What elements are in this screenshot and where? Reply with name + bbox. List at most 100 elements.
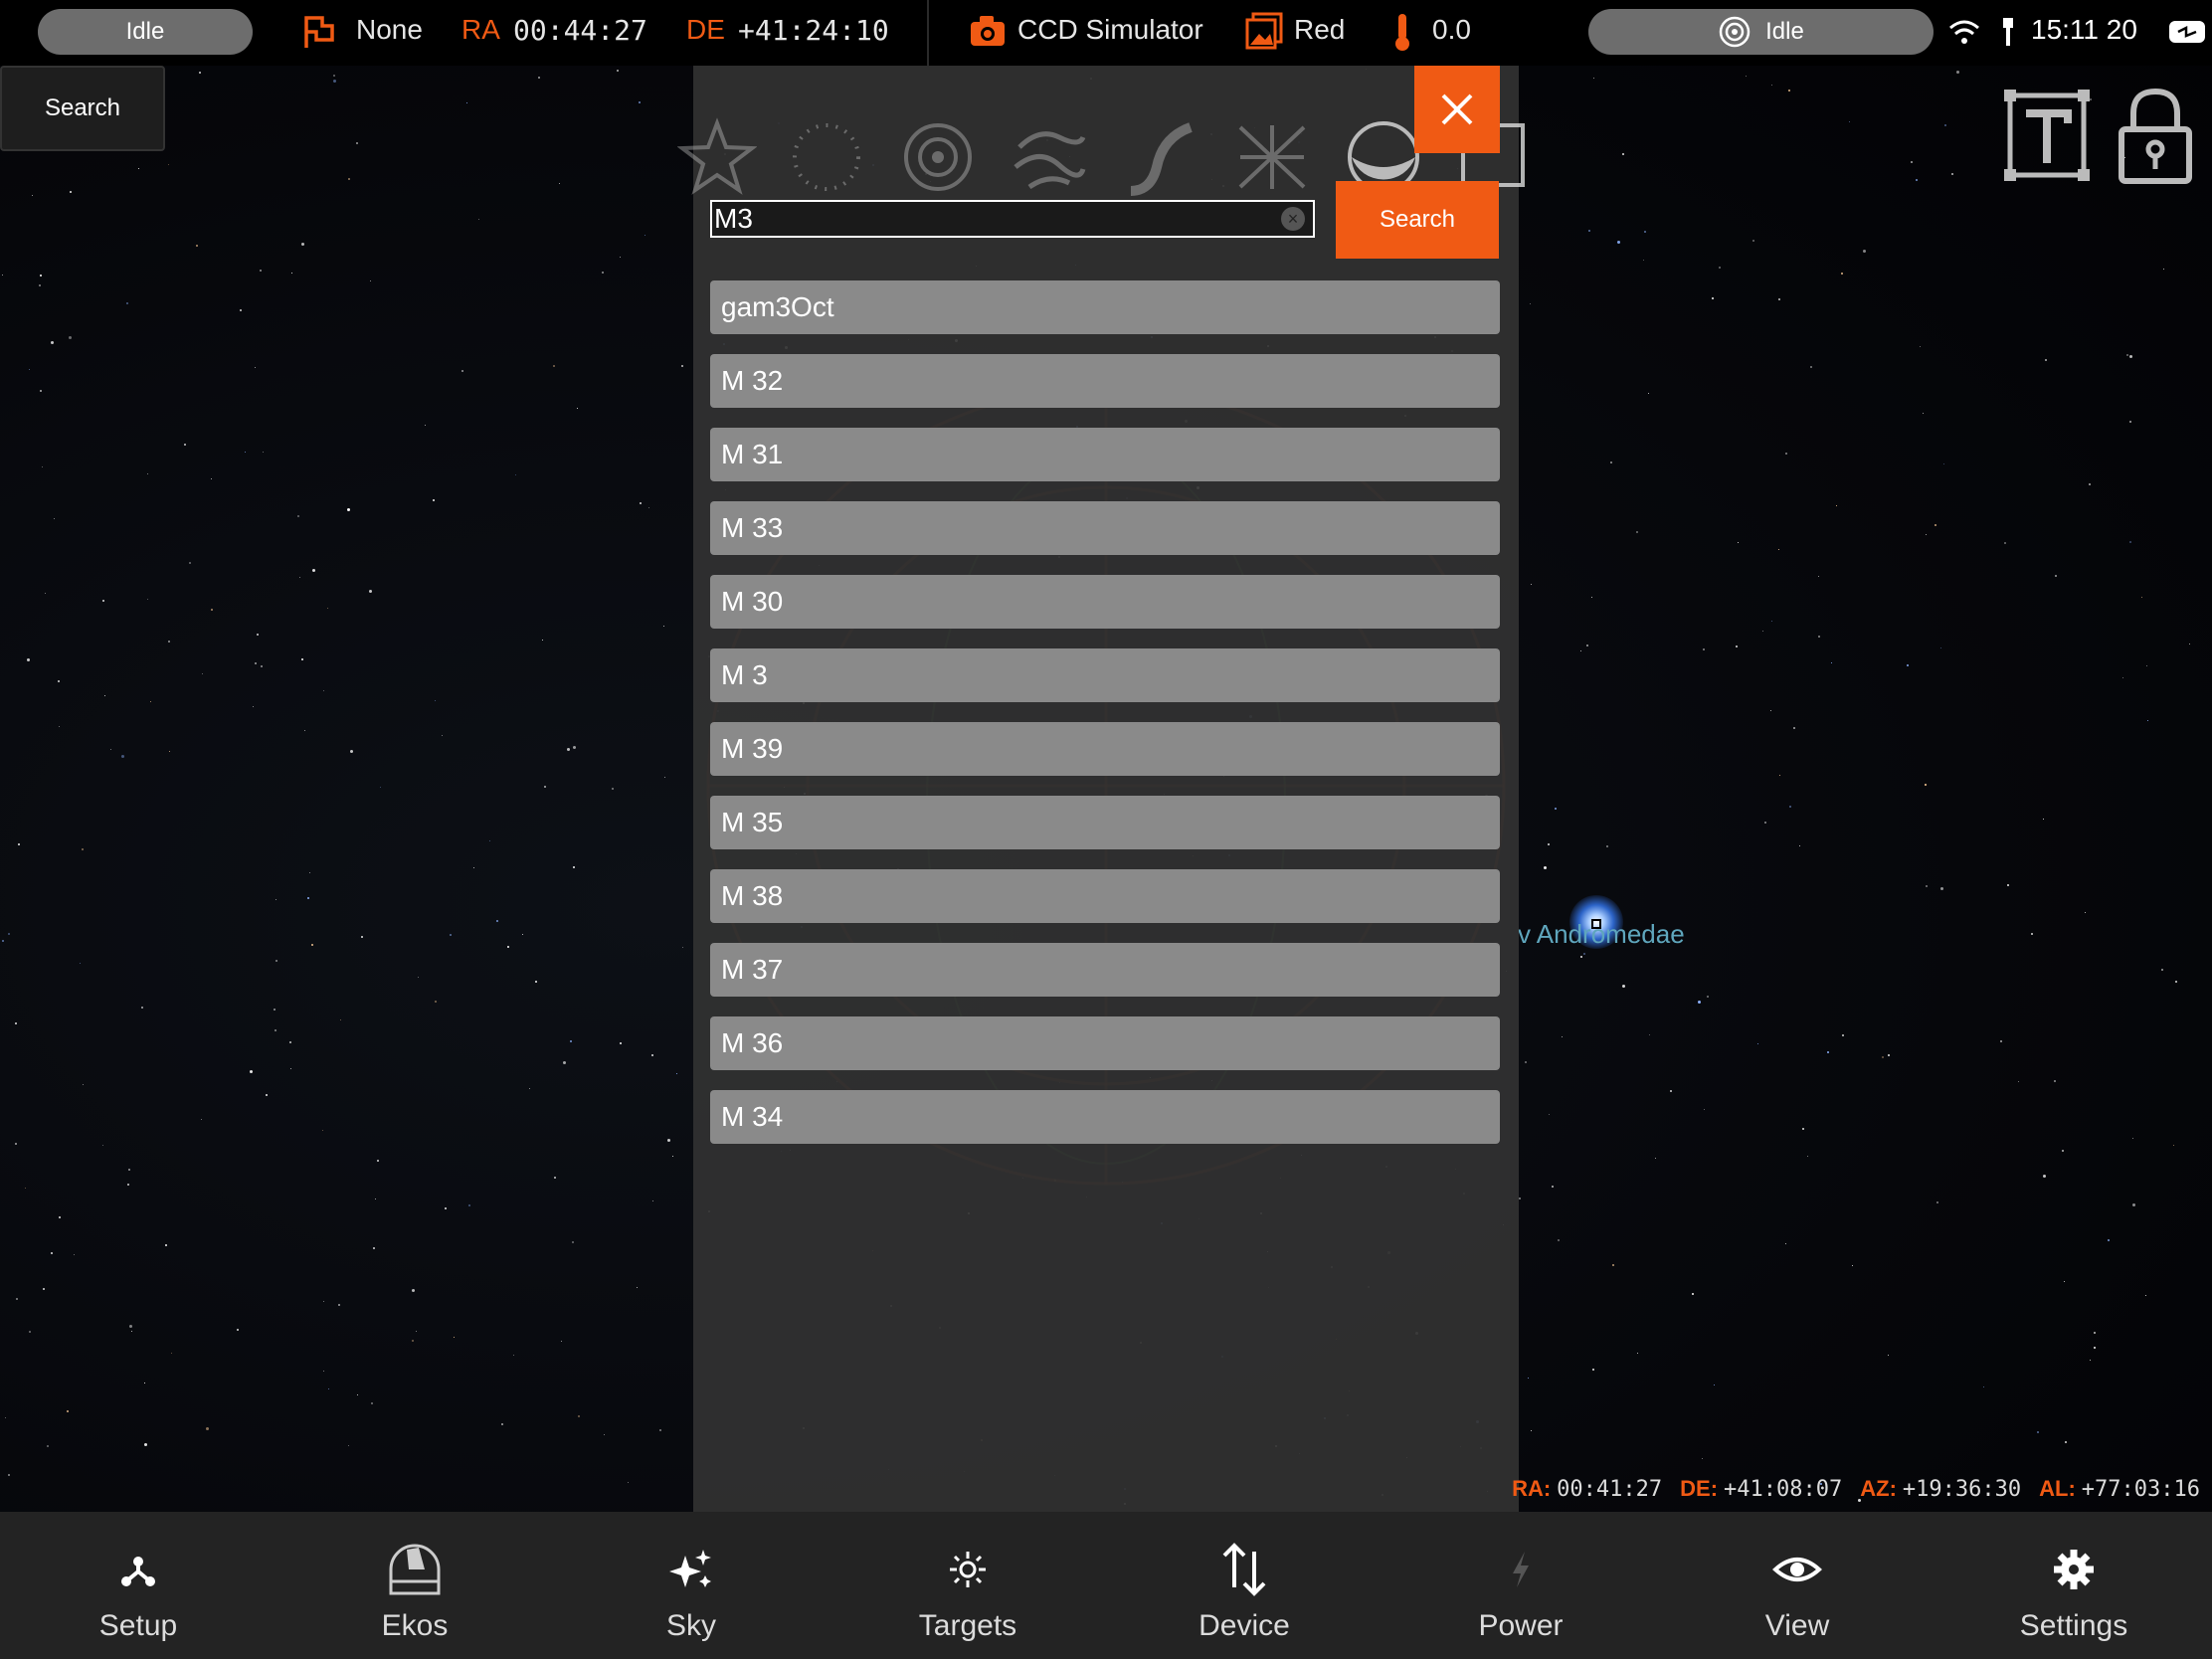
background-star bbox=[141, 1007, 143, 1009]
nav-device-label: Device bbox=[1198, 1609, 1290, 1642]
search-result-item[interactable]: M 34 bbox=[710, 1090, 1500, 1144]
search-result-item[interactable]: M 30 bbox=[710, 575, 1500, 629]
background-star bbox=[1785, 1243, 1786, 1244]
background-star bbox=[612, 788, 614, 790]
nav-sky-label: Sky bbox=[665, 1609, 716, 1642]
nav-settings-label: Settings bbox=[2019, 1609, 2128, 1642]
background-star bbox=[664, 777, 665, 778]
background-star bbox=[67, 1410, 69, 1412]
star-label: v Andromedae bbox=[1518, 919, 1685, 949]
background-star bbox=[1852, 1265, 1853, 1266]
status-bar: Idle None RA 00:44:27 DE +41:24:10 CCD S… bbox=[0, 0, 2212, 66]
setup-icon bbox=[121, 1557, 155, 1586]
background-star bbox=[43, 1288, 45, 1290]
close-dialog-button[interactable] bbox=[1414, 66, 1500, 153]
comet-filter-icon[interactable] bbox=[1121, 117, 1200, 197]
background-star bbox=[1778, 298, 1780, 300]
nav-targets[interactable]: Targets bbox=[830, 1512, 1106, 1659]
background-star bbox=[211, 478, 212, 479]
nav-device[interactable]: Device bbox=[1106, 1512, 1382, 1659]
nav-ekos[interactable]: Ekos bbox=[276, 1512, 553, 1659]
background-star bbox=[69, 336, 72, 339]
background-star bbox=[2122, 677, 2123, 678]
nav-power[interactable]: Power bbox=[1382, 1512, 1659, 1659]
background-star bbox=[1770, 710, 1771, 711]
search-result-item[interactable]: gam3Oct bbox=[710, 280, 1500, 334]
nebula-filter-icon[interactable] bbox=[1010, 117, 1089, 197]
background-star bbox=[1519, 1198, 1521, 1199]
lock-icon[interactable] bbox=[2111, 86, 2200, 185]
nav-settings[interactable]: Settings bbox=[1936, 1512, 2212, 1659]
background-star bbox=[1580, 956, 1582, 958]
search-result-item[interactable]: M 39 bbox=[710, 722, 1500, 776]
background-star bbox=[513, 1355, 514, 1356]
status-idle-right[interactable]: Idle bbox=[1588, 9, 1934, 55]
background-star bbox=[18, 843, 20, 845]
search-input[interactable] bbox=[712, 202, 1269, 236]
background-star bbox=[538, 77, 540, 79]
search-result-item[interactable]: M 32 bbox=[710, 354, 1500, 408]
background-star bbox=[275, 1029, 276, 1031]
background-star bbox=[648, 507, 649, 508]
text-overlay-icon[interactable] bbox=[2004, 86, 2094, 185]
background-star bbox=[147, 599, 148, 600]
search-result-item[interactable]: M 35 bbox=[710, 796, 1500, 849]
search-field[interactable]: × bbox=[710, 200, 1315, 238]
search-result-item[interactable]: M 3 bbox=[710, 648, 1500, 702]
background-star bbox=[1888, 1355, 1889, 1356]
background-star bbox=[211, 609, 213, 611]
background-star bbox=[2163, 269, 2164, 270]
background-star bbox=[70, 191, 72, 193]
search-results-list: gam3Oct M 32 M 31 M 33 M 30 M 3 M 39 M 35 M 38 M … bbox=[710, 280, 1500, 1164]
background-star bbox=[74, 1254, 75, 1255]
search-result-item[interactable]: M 36 bbox=[710, 1016, 1500, 1070]
background-star bbox=[1926, 885, 1928, 887]
background-star bbox=[1799, 845, 1800, 846]
background-star bbox=[333, 75, 335, 77]
background-star bbox=[1548, 843, 1550, 845]
background-star bbox=[554, 1177, 556, 1179]
search-result-item[interactable]: M 37 bbox=[710, 943, 1500, 997]
constellation-filter-icon[interactable] bbox=[1232, 117, 1312, 197]
background-star bbox=[1544, 866, 1547, 869]
search-result-item[interactable]: M 31 bbox=[710, 428, 1500, 481]
cluster-filter-icon[interactable] bbox=[787, 117, 866, 197]
background-star bbox=[442, 735, 443, 736]
background-star bbox=[1789, 806, 1791, 808]
background-star bbox=[1925, 784, 1927, 786]
background-star bbox=[168, 641, 170, 643]
background-star bbox=[2, 940, 4, 942]
status-idle-left[interactable]: Idle bbox=[38, 9, 253, 55]
search-toggle-button[interactable]: Search bbox=[0, 66, 165, 151]
nav-targets-label: Targets bbox=[918, 1609, 1017, 1642]
background-star bbox=[1802, 1128, 1804, 1130]
background-star bbox=[2175, 981, 2177, 983]
background-star bbox=[274, 1009, 276, 1011]
background-star bbox=[2007, 884, 2009, 886]
background-star bbox=[102, 600, 104, 602]
background-star bbox=[104, 695, 105, 696]
nav-view[interactable]: View bbox=[1659, 1512, 1936, 1659]
nav-view-label: View bbox=[1764, 1609, 1830, 1642]
clear-search-icon[interactable]: × bbox=[1281, 207, 1305, 231]
background-star bbox=[445, 1207, 447, 1209]
background-star bbox=[567, 748, 570, 751]
background-star bbox=[1525, 1061, 1527, 1063]
background-star bbox=[1936, 1201, 1938, 1203]
nav-setup[interactable]: Setup bbox=[0, 1512, 276, 1659]
background-star bbox=[323, 1371, 324, 1372]
planetary-nebula-filter-icon[interactable] bbox=[898, 117, 978, 197]
background-star bbox=[682, 947, 683, 948]
search-button[interactable]: Search bbox=[1336, 181, 1499, 259]
nav-sky[interactable]: Sky bbox=[553, 1512, 830, 1659]
nav-ekos-label: Ekos bbox=[381, 1609, 449, 1642]
background-star bbox=[1923, 413, 1924, 414]
search-result-item[interactable]: M 33 bbox=[710, 501, 1500, 555]
star-filter-icon[interactable] bbox=[677, 117, 757, 197]
search-result-item[interactable]: M 38 bbox=[710, 869, 1500, 923]
ra-value: 00:44:27 bbox=[513, 14, 647, 47]
background-star bbox=[83, 1084, 84, 1085]
background-star bbox=[1907, 664, 1909, 666]
background-star bbox=[1583, 953, 1585, 955]
background-star bbox=[199, 72, 201, 74]
